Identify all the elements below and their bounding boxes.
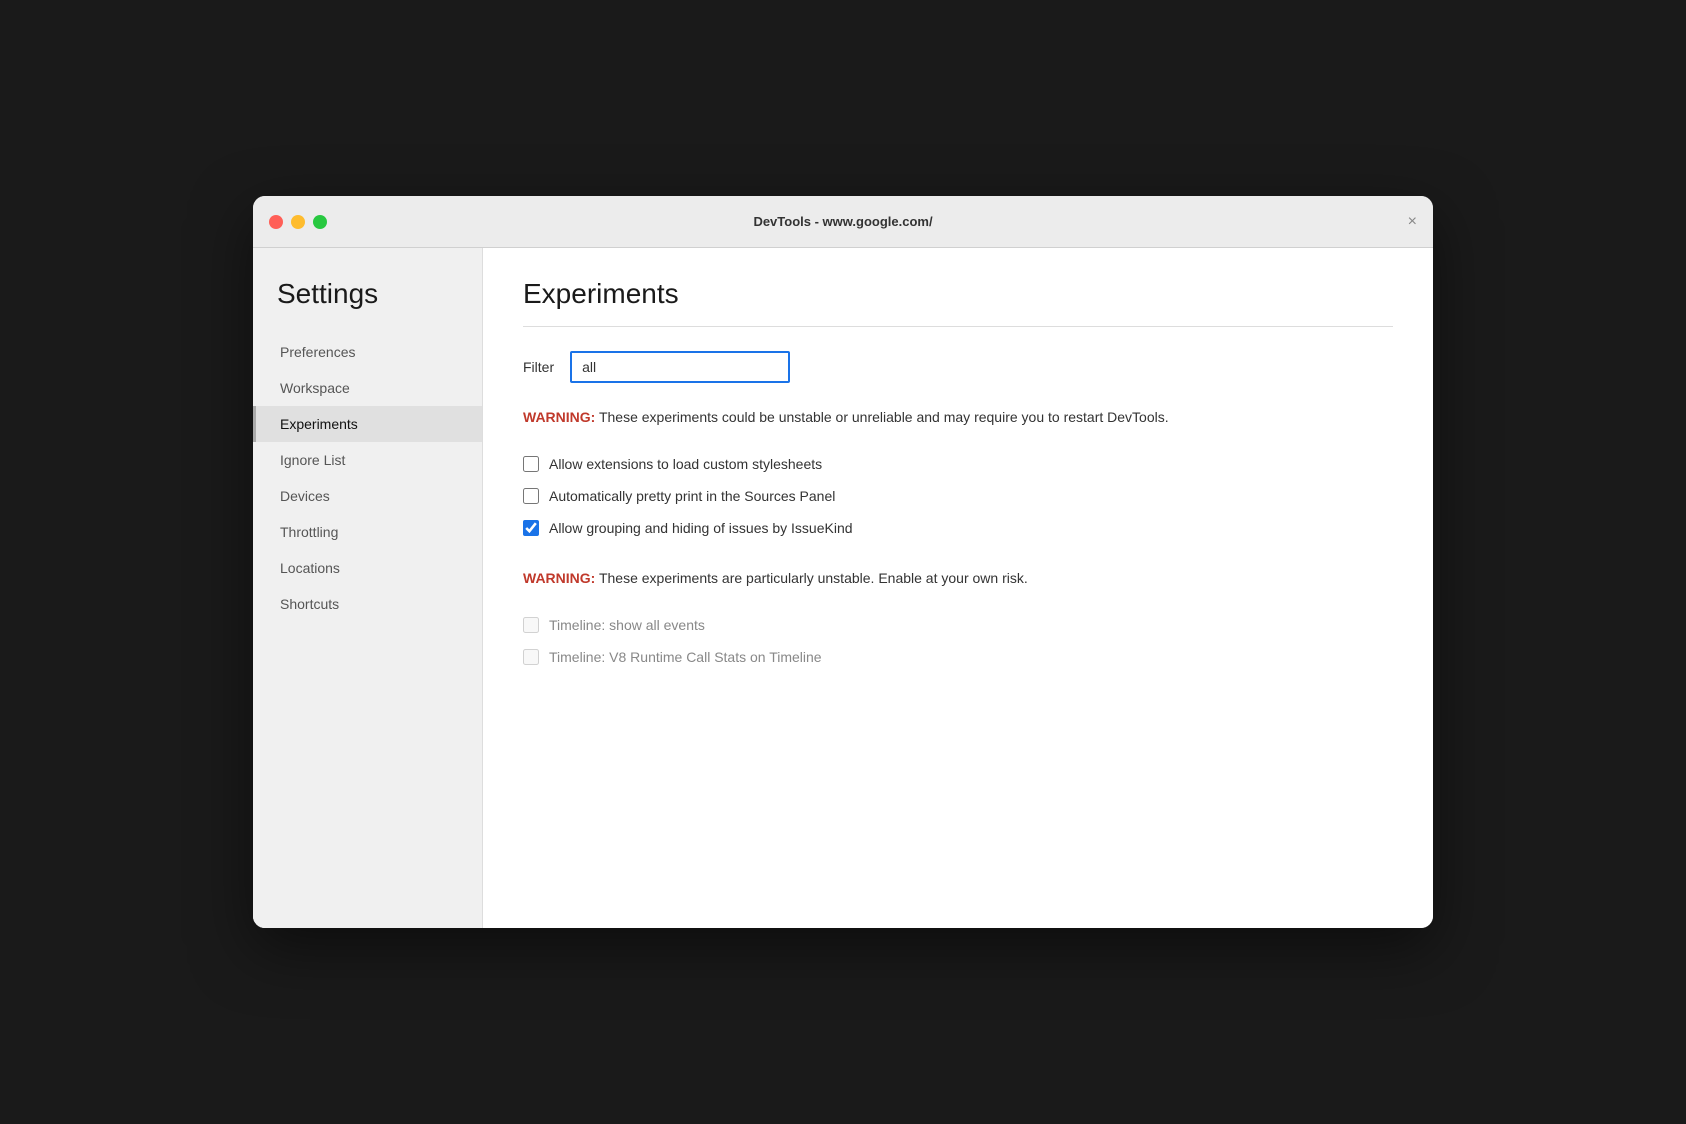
warning-text-2: WARNING: These experiments are particula… (523, 568, 1393, 589)
checkbox-label-auto-pretty-print: Automatically pretty print in the Source… (549, 488, 835, 504)
checkbox-item-timeline-v8: Timeline: V8 Runtime Call Stats on Timel… (523, 641, 1393, 673)
warning-message-2: These experiments are particularly unsta… (595, 570, 1027, 586)
minimize-traffic-light[interactable] (291, 215, 305, 229)
title-divider (523, 326, 1393, 327)
sidebar-item-preferences[interactable]: Preferences (253, 334, 482, 370)
checkbox-item-allow-extensions: Allow extensions to load custom styleshe… (523, 448, 1393, 480)
checkbox-timeline-v8[interactable] (523, 649, 539, 665)
sidebar-item-shortcuts[interactable]: Shortcuts (253, 586, 482, 622)
checkbox-label-timeline-events: Timeline: show all events (549, 617, 705, 633)
checkbox-label-timeline-v8: Timeline: V8 Runtime Call Stats on Timel… (549, 649, 822, 665)
checkbox-auto-pretty-print[interactable] (523, 488, 539, 504)
sidebar-item-workspace[interactable]: Workspace (253, 370, 482, 406)
checkbox-item-allow-grouping: Allow grouping and hiding of issues by I… (523, 512, 1393, 544)
checkbox-label-allow-extensions: Allow extensions to load custom styleshe… (549, 456, 822, 472)
sidebar-item-experiments[interactable]: Experiments (253, 406, 482, 442)
filter-input[interactable] (570, 351, 790, 383)
sidebar-item-throttling[interactable]: Throttling (253, 514, 482, 550)
checkbox-allow-grouping[interactable] (523, 520, 539, 536)
checkbox-label-allow-grouping: Allow grouping and hiding of issues by I… (549, 520, 853, 536)
checkbox-group-1: Allow extensions to load custom styleshe… (523, 448, 1393, 544)
filter-label: Filter (523, 359, 554, 375)
warning-text-1: WARNING: These experiments could be unst… (523, 407, 1393, 428)
warning-label-2: WARNING: (523, 570, 595, 586)
warning-message-1: These experiments could be unstable or u… (595, 409, 1168, 425)
warning-block-2: WARNING: These experiments are particula… (523, 568, 1393, 589)
sidebar-item-devices[interactable]: Devices (253, 478, 482, 514)
filter-row: Filter (523, 351, 1393, 383)
checkbox-group-2: Timeline: show all events Timeline: V8 R… (523, 609, 1393, 673)
devtools-window: DevTools - www.google.com/ × Settings Pr… (253, 196, 1433, 928)
checkbox-item-timeline-events: Timeline: show all events (523, 609, 1393, 641)
sidebar-item-locations[interactable]: Locations (253, 550, 482, 586)
checkbox-item-auto-pretty-print: Automatically pretty print in the Source… (523, 480, 1393, 512)
titlebar: DevTools - www.google.com/ × (253, 196, 1433, 248)
maximize-traffic-light[interactable] (313, 215, 327, 229)
page-title: Experiments (523, 278, 1393, 310)
content-area: Settings Preferences Workspace Experimen… (253, 248, 1433, 928)
sidebar-item-ignore-list[interactable]: Ignore List (253, 442, 482, 478)
main-content: Experiments Filter WARNING: These experi… (483, 248, 1433, 928)
sidebar-title: Settings (253, 278, 482, 334)
warning-label-1: WARNING: (523, 409, 595, 425)
checkbox-allow-extensions[interactable] (523, 456, 539, 472)
warning-block-1: WARNING: These experiments could be unst… (523, 407, 1393, 428)
checkbox-timeline-show-events[interactable] (523, 617, 539, 633)
close-traffic-light[interactable] (269, 215, 283, 229)
titlebar-close-button[interactable]: × (1408, 214, 1417, 230)
sidebar: Settings Preferences Workspace Experimen… (253, 248, 483, 928)
traffic-lights (269, 215, 327, 229)
window-title: DevTools - www.google.com/ (753, 214, 932, 229)
